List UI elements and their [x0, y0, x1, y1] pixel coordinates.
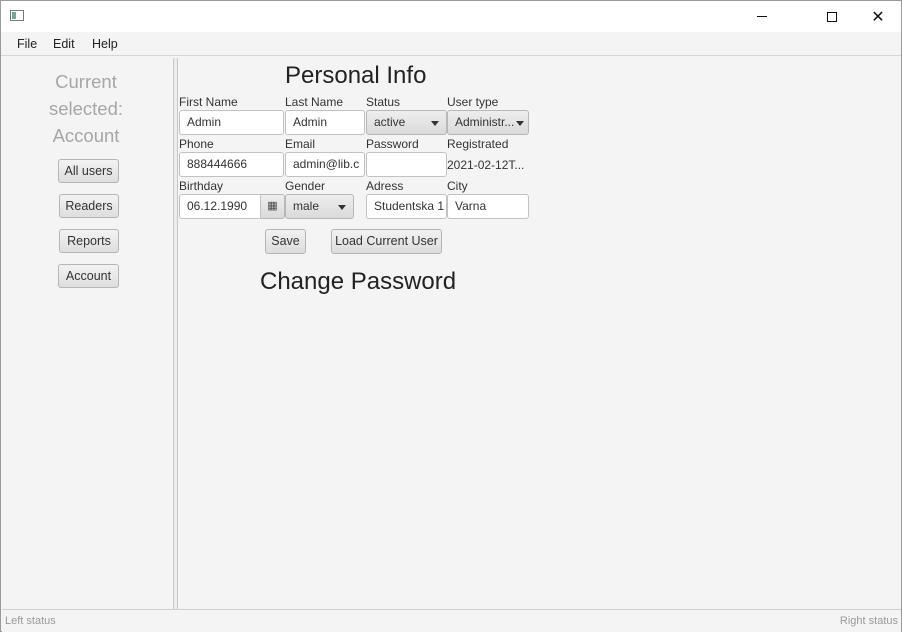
main-panel: Personal Info First Name Last Name Statu… [178, 58, 901, 609]
close-button[interactable]: ✕ [855, 1, 901, 32]
menu-help[interactable]: Help [92, 37, 118, 51]
right-status: Right status [839, 615, 898, 627]
first-name-field[interactable]: Admin [179, 110, 284, 135]
birthday-field[interactable]: 06.12.1990 [179, 194, 261, 219]
adress-label: Adress [366, 179, 404, 193]
chevron-down-icon [338, 205, 346, 210]
menu-file[interactable]: File [17, 37, 37, 51]
user-type-label: User type [447, 95, 499, 109]
chevron-down-icon [516, 121, 524, 126]
app-icon [10, 10, 24, 21]
gender-select[interactable]: male [285, 194, 354, 219]
registrated-value: 2021-02-12T... [447, 158, 525, 172]
close-icon: ✕ [871, 7, 885, 26]
maximize-button[interactable] [809, 1, 855, 32]
title-bar: ✕ [1, 1, 901, 32]
gender-select-value: male [293, 199, 320, 213]
load-current-user-button[interactable]: Load Current User [331, 229, 442, 254]
phone-field[interactable]: 888444666 [179, 152, 284, 177]
user-type-select-value: Administr... [455, 115, 515, 129]
change-password-title: Change Password [260, 268, 457, 295]
user-type-select[interactable]: Administr... [447, 110, 529, 135]
status-label: Status [366, 95, 401, 109]
calendar-button[interactable]: ▦ [261, 194, 285, 219]
save-button[interactable]: Save [265, 229, 306, 254]
password-label: Password [366, 137, 419, 151]
city-label: City [447, 179, 468, 193]
current-selected-line-2: selected: [48, 98, 124, 119]
menu-edit[interactable]: Edit [53, 37, 75, 51]
status-select-value: active [374, 115, 406, 129]
last-name-label: Last Name [285, 95, 344, 109]
current-selected-line-1: Current [55, 71, 117, 92]
birthday-label: Birthday [179, 179, 224, 193]
current-selected-value: Account [52, 125, 120, 146]
password-field[interactable] [366, 152, 447, 177]
adress-field[interactable]: Studentska 1 [366, 194, 447, 219]
first-name-label: First Name [179, 95, 238, 109]
readers-button[interactable]: Readers [59, 194, 119, 218]
minimize-button[interactable] [739, 1, 785, 32]
sidebar: Current selected: Account All users Read… [2, 58, 173, 609]
chevron-down-icon [431, 121, 439, 126]
phone-label: Phone [179, 137, 214, 151]
email-field[interactable]: admin@lib.c [285, 152, 365, 177]
menu-bar: File Edit Help [1, 32, 901, 56]
app-window: ✕ File Edit Help Current selected: Accou… [0, 0, 902, 632]
gender-label: Gender [285, 179, 326, 193]
status-select[interactable]: active [366, 110, 447, 135]
maximize-icon [827, 11, 837, 22]
calendar-icon: ▦ [267, 200, 278, 212]
status-bar: Left status Right status [2, 609, 901, 632]
all-users-button[interactable]: All users [58, 159, 119, 183]
left-status: Left status [5, 615, 56, 627]
city-field[interactable]: Varna [447, 194, 529, 219]
reports-button[interactable]: Reports [59, 229, 119, 253]
minimize-icon [757, 16, 767, 17]
registrated-label: Registrated [447, 137, 509, 151]
last-name-field[interactable]: Admin [285, 110, 365, 135]
personal-info-title: Personal Info [285, 62, 427, 89]
account-button[interactable]: Account [58, 264, 119, 288]
email-label: Email [285, 137, 316, 151]
